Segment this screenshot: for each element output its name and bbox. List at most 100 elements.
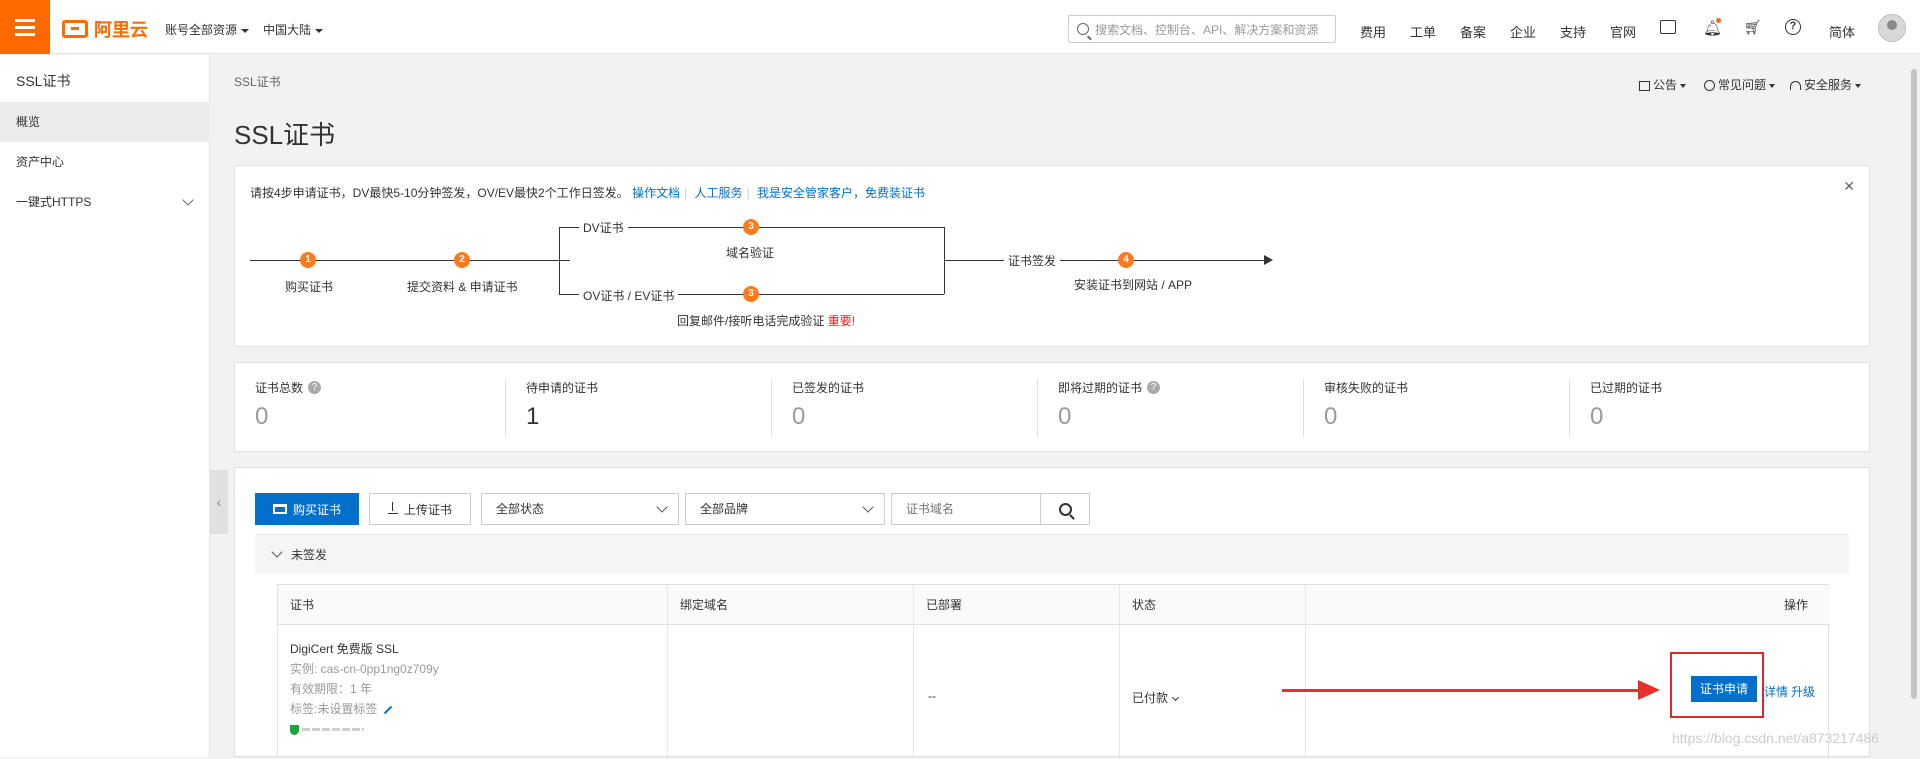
page-title: SSL证书: [234, 120, 336, 150]
help-icon[interactable]: ?: [308, 381, 322, 394]
col-header-deployed: 已部署: [926, 598, 963, 612]
cert-tag: 标签:未设置标签: [290, 699, 439, 719]
certificate-table: 证书 绑定域名 已部署 状态 操作 DigiCert 免费版 SSL 实例: c…: [277, 584, 1830, 759]
cert-instance-id: 实例: cas-cn-0pp1ng0z709y: [290, 662, 439, 676]
top-navbar: 阿里云 账号全部资源 中国大陆 搜索文档、控制台、API、解决方案和资源 费用 …: [0, 0, 1920, 54]
column-divider: [913, 585, 914, 759]
column-divider: [1305, 585, 1306, 759]
col-header-status: 状态: [1132, 598, 1157, 612]
watermark: https://blog.csdn.net/a873217486: [1672, 730, 1880, 746]
flow-line: [250, 260, 570, 261]
terminal-icon[interactable]: [1660, 20, 1676, 34]
application-guide-panel: 请按4步申请证书，DV最快5-10分钟签发，OV/EV最快2个工作日签发。 操作…: [234, 165, 1870, 347]
status-select[interactable]: 全部状态: [481, 493, 679, 525]
global-search-input[interactable]: 搜索文档、控制台、API、解决方案和资源: [1068, 15, 1336, 43]
stat-total: 证书总数? 0: [235, 379, 501, 437]
sidebar-item-assets[interactable]: 资产中心: [0, 142, 210, 182]
user-avatar[interactable]: [1878, 14, 1906, 42]
faq-dropdown[interactable]: 常见问题: [1704, 76, 1776, 93]
cert-validity: 有效期限：1 年: [290, 682, 373, 696]
step-badge-3-ov: 3: [743, 286, 759, 302]
guide-intro: 请按4步申请证书，DV最快5-10分钟签发，OV/EV最快2个工作日签发。 操作…: [250, 186, 926, 200]
annotation-arrow: [1282, 689, 1642, 692]
col-header-actions: 操作: [1783, 598, 1808, 612]
upload-icon: [387, 502, 398, 514]
important-tag: 重要!: [827, 314, 856, 328]
announcement-dropdown[interactable]: 公告: [1639, 76, 1687, 93]
stat-expired[interactable]: 已过期的证书 0: [1569, 379, 1835, 437]
close-icon[interactable]: ✕: [1843, 178, 1855, 195]
cert-security-indicator: [290, 719, 439, 739]
step-label-buy: 购买证书: [285, 280, 334, 294]
stat-pending[interactable]: 待申请的证书 1: [505, 379, 771, 437]
help-icon[interactable]: ?: [1785, 19, 1801, 35]
link-human-service[interactable]: 人工服务: [695, 186, 743, 200]
upload-certificate-button[interactable]: 上传证书: [369, 493, 471, 525]
detail-link[interactable]: 详情: [1764, 683, 1788, 700]
flow-line: [944, 260, 1266, 261]
stat-issued[interactable]: 已签发的证书 0: [771, 379, 1037, 437]
stat-expiring[interactable]: 即将过期的证书? 0: [1037, 379, 1303, 437]
page-scrollbar[interactable]: [1908, 55, 1920, 757]
status-dropdown[interactable]: 已付款: [1132, 689, 1180, 706]
step-label-ov: OV证书 / EV证书: [579, 287, 679, 304]
step-badge-3-dv: 3: [743, 219, 759, 235]
stat-failed[interactable]: 审核失败的证书 0: [1303, 379, 1569, 437]
nav-link-enterprise[interactable]: 企业: [1510, 22, 1536, 41]
step-label-dv: DV证书: [579, 219, 628, 236]
step-badge-4: 4: [1118, 252, 1134, 268]
certificate-apply-button[interactable]: 证书申请: [1691, 676, 1757, 702]
nav-link-website[interactable]: 官网: [1610, 22, 1636, 41]
announcement-icon: [1639, 80, 1650, 91]
cart-icon[interactable]: 🛒︎: [1744, 19, 1762, 36]
scrollbar-thumb[interactable]: [1911, 69, 1917, 699]
help-icon[interactable]: ?: [1147, 381, 1161, 394]
step-label-issue: 证书签发: [1004, 252, 1061, 269]
chevron-down-icon: [182, 194, 194, 206]
headset-icon: [1790, 81, 1801, 91]
certificate-list-panel: 购买证书 上传证书 全部状态 全部品牌 未签发 证书 绑定域名 已部署 状态 操…: [234, 467, 1870, 759]
sidebar-item-https[interactable]: 一键式HTTPS: [0, 182, 210, 222]
sidebar-item-overview[interactable]: 概览: [0, 102, 210, 142]
breadcrumb[interactable]: SSL证书: [234, 73, 281, 90]
region-dropdown[interactable]: 中国大陆: [263, 21, 324, 38]
annotation-arrow-head-icon: [1638, 680, 1660, 700]
step-badge-2: 2: [454, 252, 470, 268]
step-label-submit: 提交资料 & 申请证书: [407, 280, 518, 294]
security-service-dropdown[interactable]: 安全服务: [1790, 76, 1862, 93]
edit-pencil-icon[interactable]: [384, 705, 393, 715]
domain-search-input[interactable]: [891, 493, 1041, 525]
chevron-down-icon: [271, 546, 283, 558]
search-icon: [1058, 502, 1072, 516]
step-label-install: 安装证书到网站 / APP: [1074, 278, 1193, 292]
aliyun-logo[interactable]: 阿里云: [62, 16, 148, 42]
account-resource-dropdown[interactable]: 账号全部资源: [165, 21, 250, 38]
upgrade-link[interactable]: 升级: [1791, 683, 1815, 700]
cell-deployed: --: [928, 689, 936, 703]
certificate-stats-panel: 证书总数? 0 待申请的证书 1 已签发的证书 0 即将过期的证书? 0 审核失…: [234, 362, 1870, 452]
chevron-down-icon: [1171, 693, 1180, 702]
progress-dash: [302, 728, 364, 732]
link-free-install[interactable]: 我是安全管家客户，免费装证书: [757, 186, 925, 200]
buy-certificate-button[interactable]: 购买证书: [255, 493, 359, 525]
sidebar: SSL证书 概览 资产中心 一键式HTTPS: [0, 55, 210, 757]
nav-link-icp[interactable]: 备案: [1460, 22, 1486, 41]
caret-down-icon: [315, 28, 324, 33]
language-switch[interactable]: 简体: [1829, 22, 1855, 41]
nav-link-support[interactable]: 支持: [1560, 22, 1586, 41]
cert-name: DigiCert 免费版 SSL: [290, 642, 399, 656]
step-label-domain-verify: 域名验证: [726, 246, 775, 260]
chevron-down-icon: [656, 501, 668, 513]
shield-check-icon: [290, 724, 299, 735]
sidebar-title: SSL证书: [16, 73, 71, 89]
nav-link-ticket[interactable]: 工单: [1410, 22, 1436, 41]
group-unissued-header[interactable]: 未签发: [255, 534, 1849, 574]
link-docs[interactable]: 操作文档: [632, 186, 680, 200]
table-row-cert-info: DigiCert 免费版 SSL 实例: cas-cn-0pp1ng0z709y…: [290, 639, 439, 739]
sidebar-collapse-handle[interactable]: ‹: [210, 470, 228, 534]
domain-search-button[interactable]: [1040, 493, 1090, 525]
chevron-down-icon: [862, 501, 874, 513]
brand-select[interactable]: 全部品牌: [685, 493, 885, 525]
hamburger-menu-icon[interactable]: [0, 0, 50, 54]
nav-link-billing[interactable]: 费用: [1360, 22, 1386, 41]
